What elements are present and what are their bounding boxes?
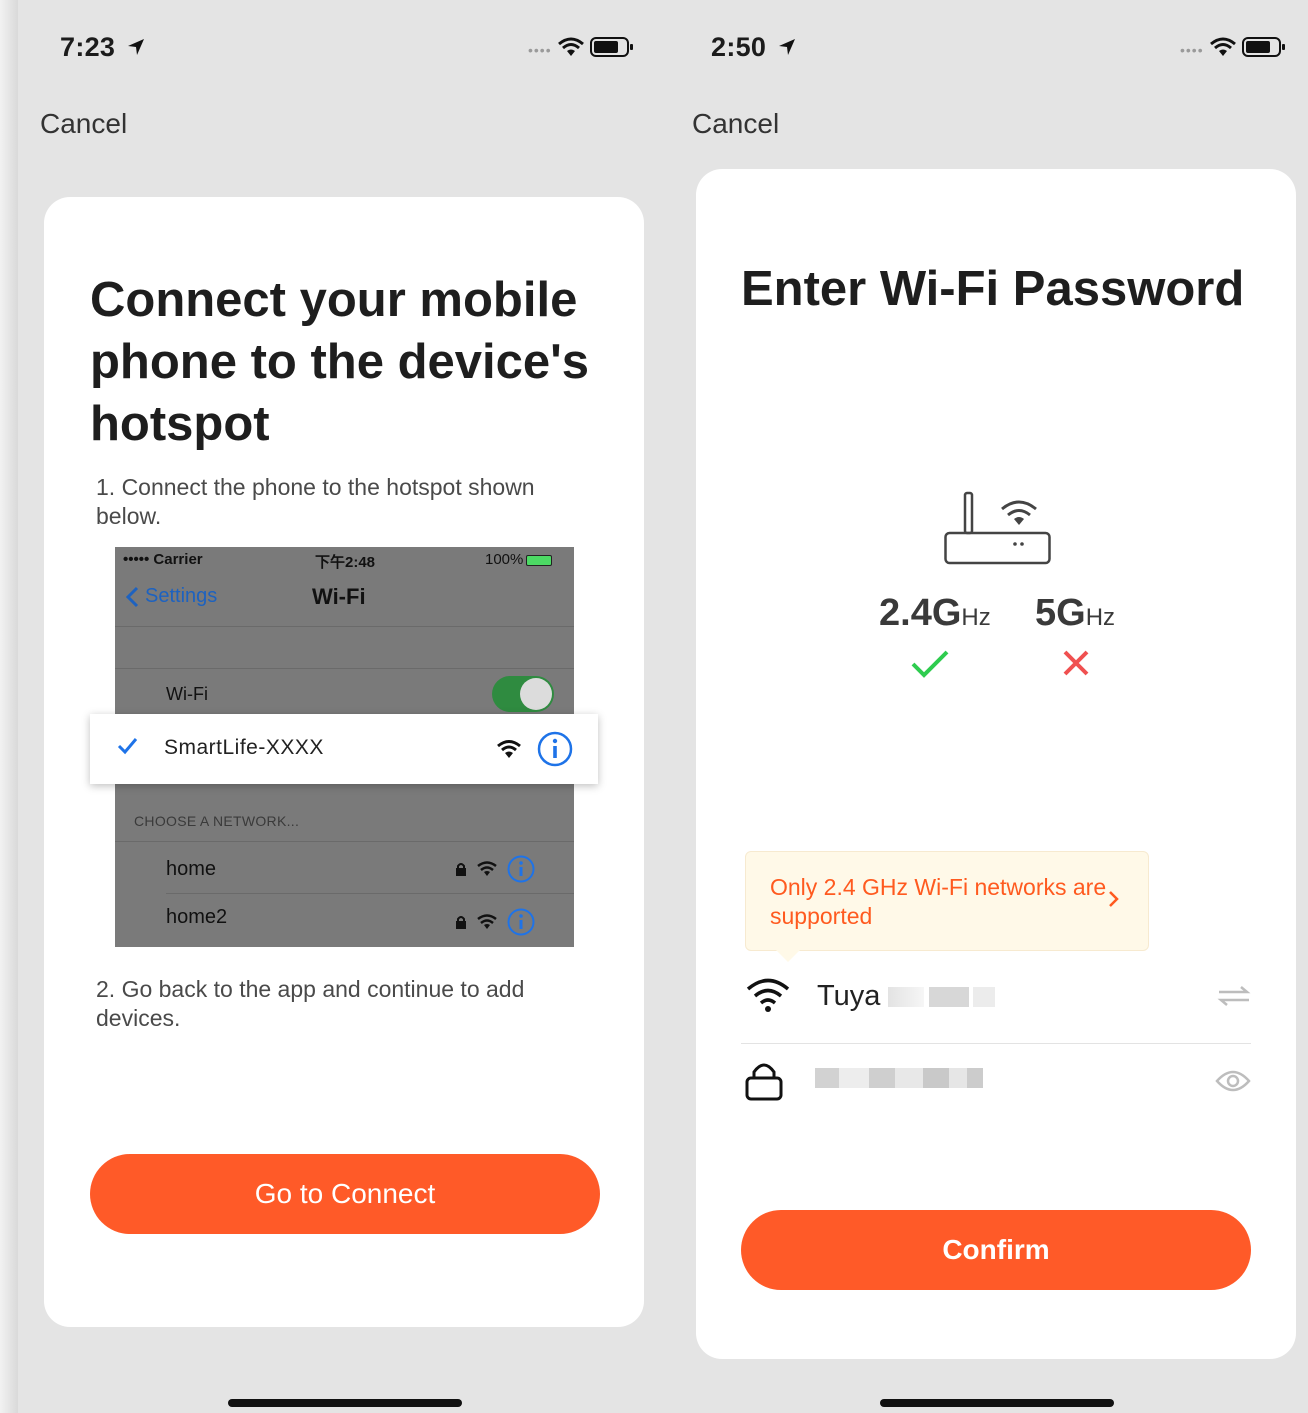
- battery-icon: [1241, 37, 1285, 57]
- divider: [115, 626, 574, 627]
- check-icon: [911, 650, 949, 678]
- divider: [115, 668, 574, 669]
- step-one-text: 1. Connect the phone to the hotspot show…: [96, 474, 535, 529]
- example-battery-level: 100%: [485, 551, 553, 568]
- status-bar: 7:23 ••••: [18, 10, 670, 90]
- instruction-card: Connect your mobile phone to the device'…: [44, 197, 644, 1327]
- example-wifi-toggle: [492, 676, 554, 712]
- location-arrow-icon: [128, 38, 145, 55]
- cross-icon: [1063, 650, 1089, 676]
- frequency-tip-banner[interactable]: Only 2.4 GHz Wi-Fi networks are supporte…: [745, 851, 1149, 962]
- example-status-bar: ••••• Carrier 下午2:48 100%: [115, 547, 574, 573]
- chevron-left-icon: [125, 586, 139, 607]
- page-title: Enter Wi-Fi Password: [741, 262, 1245, 316]
- info-icon: [507, 908, 535, 936]
- status-indicators: ••••: [528, 36, 634, 58]
- status-time: 7:23: [60, 32, 146, 63]
- chevron-right-icon: [1109, 891, 1119, 907]
- redacted-text: [869, 1068, 895, 1089]
- example-choose-network-label: CHOOSE A NETWORK...: [134, 813, 300, 829]
- status-bar: 2:50 ••••: [670, 10, 1308, 90]
- step-two-text: 2. Go back to the app and continue to ad…: [96, 976, 525, 1031]
- redacted-text: [949, 1068, 967, 1089]
- tip-pointer: [776, 950, 800, 962]
- cancel-button[interactable]: Cancel: [692, 108, 779, 140]
- redacted-text: [815, 1068, 839, 1089]
- band-2-4ghz-label: 2.4GHz: [879, 592, 991, 634]
- wifi-password-screen: 2:50 •••• Cancel Enter Wi-Fi Password 2.…: [670, 10, 1308, 1413]
- redacted-text: [923, 1068, 949, 1089]
- wifi-password-field[interactable]: [741, 1049, 1251, 1129]
- example-carrier: ••••• Carrier: [123, 551, 203, 568]
- example-wifi-settings-image: ••••• Carrier 下午2:48 100% Settings Wi-Fi…: [90, 547, 598, 947]
- wifi-status-icon: [557, 37, 584, 56]
- band-5ghz-label: 5GHz: [1035, 592, 1116, 634]
- redacted-text: [888, 987, 925, 1008]
- example-nav-bar: Settings Wi-Fi: [115, 575, 574, 625]
- go-to-connect-button[interactable]: Go to Connect: [90, 1154, 600, 1234]
- wifi-icon: [746, 978, 790, 1012]
- example-nav-title: Wi-Fi: [312, 584, 366, 609]
- example-hotspot-row: SmartLife-XXXX: [90, 714, 598, 784]
- lock-icon: [745, 1063, 783, 1101]
- page-title: Connect your mobile phone to the device'…: [90, 273, 590, 451]
- tip-text: Only 2.4 GHz Wi-Fi networks are supporte…: [770, 874, 1107, 929]
- wifi-icon: [497, 740, 521, 758]
- info-icon: [537, 731, 573, 767]
- show-password-icon[interactable]: [1215, 1069, 1251, 1093]
- switch-network-icon[interactable]: [1217, 984, 1251, 1008]
- wifi-network-field[interactable]: Tuya: [741, 964, 1251, 1044]
- lock-icon: [456, 916, 466, 929]
- example-hotspot-ssid: SmartLife-XXXX: [164, 736, 324, 759]
- router-icon: [944, 491, 1051, 565]
- wifi-icon: [477, 861, 497, 876]
- home-indicator: [228, 1399, 462, 1407]
- confirm-button[interactable]: Confirm: [741, 1210, 1251, 1290]
- cancel-button[interactable]: Cancel: [40, 108, 127, 140]
- lock-icon: [456, 863, 466, 876]
- redacted-text: [928, 987, 969, 1008]
- checkmark-icon: [117, 738, 138, 755]
- divider: [115, 841, 574, 842]
- example-network-item: home: [166, 858, 217, 880]
- example-network-item: home2: [166, 906, 228, 928]
- battery-icon: [589, 37, 633, 57]
- example-time: 下午2:48: [315, 554, 376, 571]
- redacted-text: [967, 1068, 983, 1089]
- wifi-ssid-value: Tuya: [817, 980, 995, 1013]
- example-wifi-label: Wi-Fi: [166, 684, 208, 704]
- wifi-icon: [477, 914, 497, 929]
- example-back-link: Settings: [125, 585, 217, 608]
- wifi-password-value: [815, 1061, 983, 1094]
- wifi-password-card: Enter Wi-Fi Password 2.4GHz 5GHz Only 2.…: [696, 169, 1296, 1359]
- signal-icon: ••••: [528, 42, 552, 58]
- info-icon: [507, 855, 535, 883]
- location-arrow-icon: [779, 38, 796, 55]
- redacted-text: [972, 987, 995, 1008]
- signal-icon: ••••: [1180, 42, 1204, 58]
- divider: [166, 893, 574, 894]
- status-time: 2:50: [711, 32, 797, 63]
- wifi-status-icon: [1209, 37, 1236, 56]
- example-network-icons: [455, 855, 535, 883]
- home-indicator: [880, 1399, 1114, 1407]
- redacted-text: [839, 1068, 869, 1089]
- example-network-icons: [455, 908, 535, 936]
- status-indicators: ••••: [1180, 36, 1286, 58]
- redacted-text: [895, 1068, 923, 1089]
- example-battery-icon: [526, 554, 553, 566]
- hotspot-connect-screen: 7:23 •••• Cancel Connect your mobile pho…: [18, 10, 670, 1413]
